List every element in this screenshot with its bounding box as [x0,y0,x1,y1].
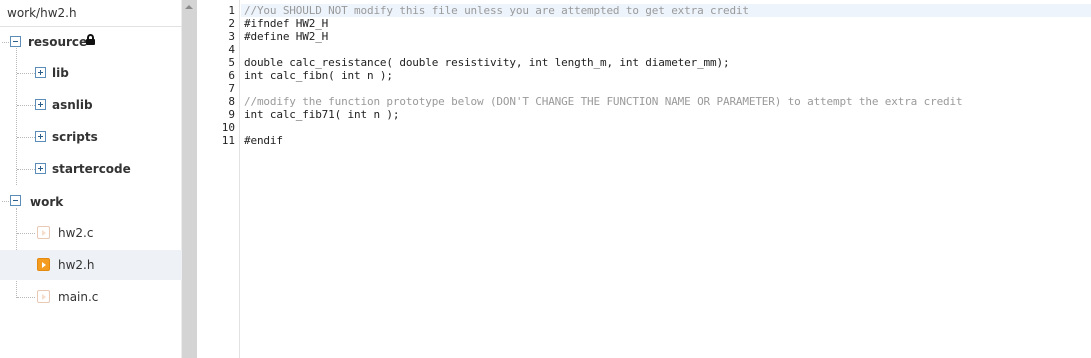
code-line[interactable]: #define HW2_H [244,30,328,43]
tree-guide-line [17,137,35,138]
tree-guide-line [17,169,35,170]
folder-startercode-label[interactable]: startercode [52,162,131,176]
code-line[interactable]: int calc_fibn( int n ); [244,69,393,82]
line-number: 7 [228,82,235,95]
file-hw2-c[interactable]: hw2.c [58,226,93,240]
line-number-gutter: 1 2 3 4 5 6 7 8 9 10 11 [210,0,240,358]
file-tree: resource lib asnlib scripts startercode … [0,28,182,358]
file-hw2-h[interactable]: hw2.h [58,258,94,272]
tree-guide-line [17,233,35,234]
folder-resource-label[interactable]: resource [28,35,87,49]
line-number: 8 [228,95,235,108]
current-path: work/hw2.h [0,0,182,27]
collapse-resource-button minus-box-icon[interactable] [10,36,21,47]
expand-startercode-button plus-box-icon[interactable] [35,163,46,174]
tree-guide-line [17,73,35,74]
code-line[interactable]: int calc_fib71( int n ); [244,108,399,121]
tree-guide-line [2,42,9,43]
code-comment-line[interactable]: //modify the function prototype below (D… [244,95,963,108]
line-number: 3 [228,30,235,43]
file-icon [37,290,50,303]
file-icon [37,258,50,271]
expand-lib-button plus-box-icon[interactable] [35,67,46,78]
line-number: 9 [228,108,235,121]
folder-scripts-label[interactable]: scripts [52,130,98,144]
file-explorer-sidebar: work/hw2.h resource lib asnlib scripts s… [0,0,182,358]
line-number: 5 [228,56,235,69]
folder-lib-label[interactable]: lib [52,66,69,80]
lock-icon [86,34,95,45]
file-icon [37,226,50,239]
line-number: 11 [221,134,235,147]
code-line[interactable]: #ifndef HW2_H [244,17,328,30]
code-line[interactable]: double calc_resistance( double resistivi… [244,56,730,69]
code-text-area[interactable]: //You SHOULD NOT modify this file unless… [241,0,1091,358]
expand-asnlib-button plus-box-icon[interactable] [35,99,46,110]
code-comment-line[interactable]: //You SHOULD NOT modify this file unless… [244,4,749,17]
line-number: 4 [228,43,235,56]
code-line[interactable]: #endif [244,134,283,147]
collapse-work-button minus-box-icon[interactable] [10,195,21,206]
tree-guide-line [17,105,35,106]
folder-asnlib-label[interactable]: asnlib [52,98,93,112]
sidebar-scrollbar[interactable] [182,0,197,358]
line-number: 10 [221,121,235,134]
folder-work-label[interactable]: work [30,195,63,209]
tree-guide-line [16,48,17,185]
line-number: 2 [228,17,235,30]
tree-guide-line [2,201,9,202]
line-number: 1 [228,4,235,17]
code-editor[interactable]: 1 2 3 4 5 6 7 8 9 10 11 //You SHOULD NOT modify th… [210,0,1091,358]
line-number: 6 [228,69,235,82]
expand-scripts-button plus-box-icon[interactable] [35,131,46,142]
tree-guide-line [17,297,35,298]
file-main-c[interactable]: main.c [58,290,98,304]
scroll-up-arrow-icon[interactable] [185,5,193,9]
